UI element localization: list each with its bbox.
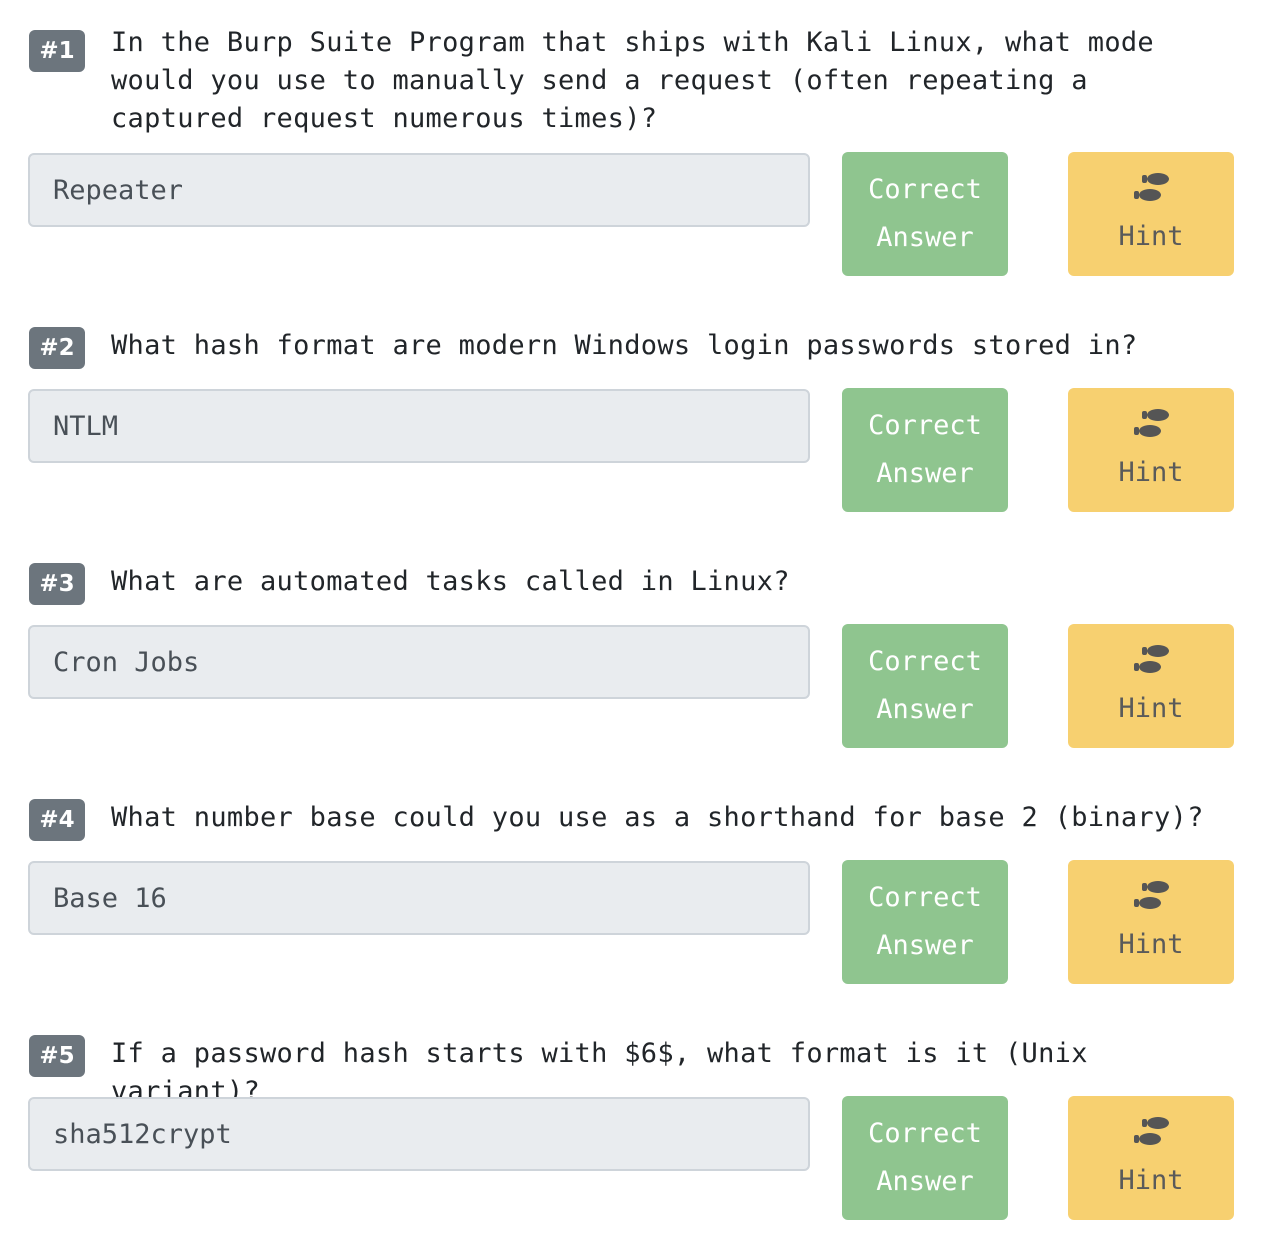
footprints-icon <box>1134 645 1169 673</box>
hint-button[interactable]: Hint <box>1068 860 1234 984</box>
question-number-badge: #1 <box>29 30 85 72</box>
question-number-badge: #4 <box>29 799 85 841</box>
hint-label: Hint <box>1118 929 1184 960</box>
footprints-icon <box>1134 409 1169 437</box>
correct-answer-label: Correct Answer <box>868 1118 982 1197</box>
question-text: What hash format are modern Windows logi… <box>111 330 1138 361</box>
answer-input[interactable] <box>28 861 810 935</box>
correct-answer-label: Correct Answer <box>868 174 982 253</box>
question-number-badge: #2 <box>29 327 85 369</box>
footprints-icon <box>1134 881 1169 909</box>
hint-label: Hint <box>1118 693 1184 724</box>
answer-input[interactable] <box>28 625 810 699</box>
question-number-badge: #3 <box>29 563 85 605</box>
correct-answer-label: Correct Answer <box>868 410 982 489</box>
question-text: What are automated tasks called in Linux… <box>111 566 790 597</box>
answer-input[interactable] <box>28 389 810 463</box>
correct-answer-button[interactable]: Correct Answer <box>842 860 1008 984</box>
correct-answer-label: Correct Answer <box>868 882 982 961</box>
correct-answer-button[interactable]: Correct Answer <box>842 1096 1008 1220</box>
hint-label: Hint <box>1118 221 1184 252</box>
correct-answer-label: Correct Answer <box>868 646 982 725</box>
hint-button[interactable]: Hint <box>1068 624 1234 748</box>
hint-label: Hint <box>1118 1165 1184 1196</box>
hint-label: Hint <box>1118 457 1184 488</box>
answer-input[interactable] <box>28 1097 810 1171</box>
question-text: In the Burp Suite Program that ships wit… <box>111 27 1154 134</box>
hint-button[interactable]: Hint <box>1068 1096 1234 1220</box>
correct-answer-button[interactable]: Correct Answer <box>842 624 1008 748</box>
question-text: What number base could you use as a shor… <box>111 802 1204 833</box>
hint-button[interactable]: Hint <box>1068 152 1234 276</box>
correct-answer-button[interactable]: Correct Answer <box>842 152 1008 276</box>
footprints-icon <box>1134 1117 1169 1145</box>
footprints-icon <box>1134 173 1169 201</box>
question-number-badge: #5 <box>29 1035 85 1077</box>
answer-input[interactable] <box>28 153 810 227</box>
correct-answer-button[interactable]: Correct Answer <box>842 388 1008 512</box>
hint-button[interactable]: Hint <box>1068 388 1234 512</box>
